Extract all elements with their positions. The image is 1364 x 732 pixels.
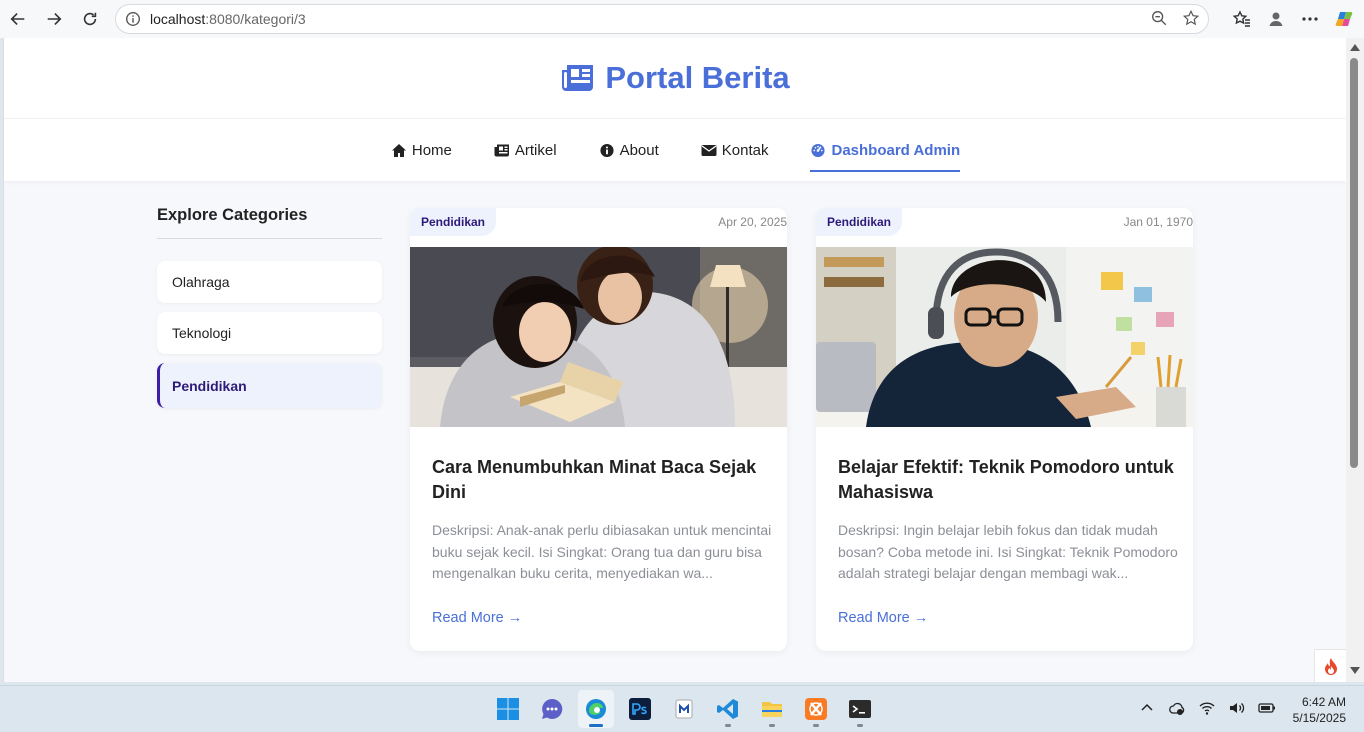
article-date: Jan 01, 1970 bbox=[1123, 215, 1193, 229]
system-tray bbox=[1138, 699, 1276, 717]
battery-icon[interactable] bbox=[1258, 699, 1276, 717]
nav-home[interactable]: Home bbox=[391, 136, 452, 165]
newspaper-icon bbox=[494, 144, 509, 156]
envelope-icon bbox=[701, 144, 717, 156]
chat-icon bbox=[542, 698, 563, 719]
category-item-pendidikan[interactable]: Pendidikan bbox=[157, 363, 382, 408]
brand-name: Portal Berita bbox=[605, 60, 790, 95]
photoshop-icon bbox=[629, 698, 651, 720]
page-scrollbar[interactable] bbox=[1346, 38, 1364, 682]
flame-icon bbox=[1325, 658, 1337, 675]
taskbar-xampp[interactable] bbox=[798, 690, 834, 728]
article-card[interactable]: Pendidikan Apr 20, 2025 Cara Menumbuhkan… bbox=[410, 208, 787, 651]
article-image[interactable] bbox=[816, 247, 1193, 427]
taskbar-file-explorer[interactable] bbox=[754, 690, 790, 728]
article-date: Apr 20, 2025 bbox=[718, 215, 787, 229]
site-logo[interactable]: Portal Berita bbox=[561, 60, 790, 96]
taskbar-chat[interactable] bbox=[534, 690, 570, 728]
site-info-icon[interactable] bbox=[124, 10, 142, 28]
address-bar[interactable]: localhost:8080/kategori/3 bbox=[115, 4, 1209, 34]
taskbar-photoshop[interactable] bbox=[622, 690, 658, 728]
favorites-icon[interactable] bbox=[1232, 9, 1252, 29]
category-sidebar: Explore Categories Olahraga Teknologi Pe… bbox=[157, 206, 382, 408]
student-studying-image bbox=[816, 247, 1193, 427]
document-app-icon bbox=[675, 699, 693, 719]
xampp-icon bbox=[805, 698, 827, 720]
category-item-teknologi[interactable]: Teknologi bbox=[157, 312, 382, 354]
start-button[interactable] bbox=[490, 690, 526, 728]
home-icon bbox=[391, 143, 406, 157]
nav-artikel[interactable]: Artikel bbox=[494, 136, 557, 165]
category-badge: Pendidikan bbox=[410, 208, 497, 236]
edge-browser-icon bbox=[586, 699, 606, 719]
info-icon bbox=[600, 143, 614, 157]
read-more-link[interactable]: Read More → bbox=[838, 610, 928, 626]
favorite-star-icon[interactable] bbox=[1182, 9, 1200, 27]
site-header: Portal Berita bbox=[4, 38, 1346, 118]
cloud-icon[interactable] bbox=[1168, 699, 1186, 717]
url-text: localhost:8080/kategori/3 bbox=[150, 11, 306, 27]
clock-time: 6:42 AM bbox=[1301, 695, 1346, 709]
nav-about[interactable]: About bbox=[599, 136, 659, 165]
article-excerpt: Deskripsi: Anak-anak perlu dibiasakan un… bbox=[432, 522, 772, 581]
article-card[interactable]: Pendidikan Jan 01, 1970 Belajar Efektif:… bbox=[816, 208, 1193, 651]
page-viewport: Portal Berita Home Artikel About Kontak … bbox=[3, 38, 1346, 682]
taskbar-terminal[interactable] bbox=[842, 690, 878, 728]
read-more-link[interactable]: Read More → bbox=[432, 610, 522, 626]
back-button[interactable] bbox=[0, 1, 36, 37]
nav-kontak[interactable]: Kontak bbox=[701, 136, 768, 165]
scrollbar-thumb[interactable] bbox=[1350, 58, 1358, 468]
debug-toolbar-button[interactable] bbox=[1314, 649, 1346, 682]
reload-icon bbox=[83, 12, 97, 26]
sidebar-heading: Explore Categories bbox=[157, 206, 382, 239]
nav-dashboard-admin[interactable]: Dashboard Admin bbox=[810, 136, 960, 172]
dashboard-icon bbox=[811, 143, 826, 157]
article-image[interactable] bbox=[410, 247, 787, 427]
arrow-left-icon bbox=[10, 13, 25, 25]
main-nav: Home Artikel About Kontak Dashboard Admi… bbox=[4, 118, 1346, 181]
copilot-icon[interactable] bbox=[1334, 9, 1354, 29]
category-item-olahraga[interactable]: Olahraga bbox=[157, 261, 382, 303]
article-excerpt: Deskripsi: Ingin belajar lebih fokus dan… bbox=[838, 522, 1178, 581]
scroll-up-arrow[interactable] bbox=[1350, 44, 1360, 51]
chevron-up-icon[interactable] bbox=[1138, 699, 1156, 717]
taskbar-app-m[interactable] bbox=[666, 690, 702, 728]
volume-icon[interactable] bbox=[1228, 699, 1246, 717]
category-badge: Pendidikan bbox=[816, 208, 903, 236]
profile-icon[interactable] bbox=[1266, 9, 1286, 29]
clock-date: 5/15/2025 bbox=[1292, 711, 1346, 725]
zoom-icon[interactable] bbox=[1150, 9, 1168, 27]
terminal-icon bbox=[849, 700, 871, 718]
folder-icon bbox=[762, 702, 782, 717]
vscode-icon bbox=[717, 699, 738, 719]
more-options-icon[interactable] bbox=[1300, 9, 1320, 29]
reading-mother-child-image bbox=[410, 247, 787, 427]
article-title[interactable]: Belajar Efektif: Teknik Pomodoro untuk M… bbox=[838, 455, 1178, 505]
newspaper-icon bbox=[562, 65, 594, 91]
scroll-down-arrow[interactable] bbox=[1350, 667, 1360, 674]
article-title[interactable]: Cara Menumbuhkan Minat Baca Sejak Dini bbox=[432, 455, 772, 505]
taskbar-vscode[interactable] bbox=[710, 690, 746, 728]
arrow-right-icon bbox=[47, 13, 62, 25]
browser-toolbar: localhost:8080/kategori/3 bbox=[0, 0, 1364, 38]
forward-button[interactable] bbox=[36, 1, 72, 37]
reload-button[interactable] bbox=[72, 1, 108, 37]
taskbar-edge[interactable] bbox=[578, 690, 614, 728]
windows-taskbar: 6:42 AM 5/15/2025 bbox=[0, 685, 1364, 732]
wifi-icon[interactable] bbox=[1198, 699, 1216, 717]
windows-icon bbox=[497, 698, 519, 720]
taskbar-clock[interactable]: 6:42 AM 5/15/2025 bbox=[1293, 694, 1346, 726]
